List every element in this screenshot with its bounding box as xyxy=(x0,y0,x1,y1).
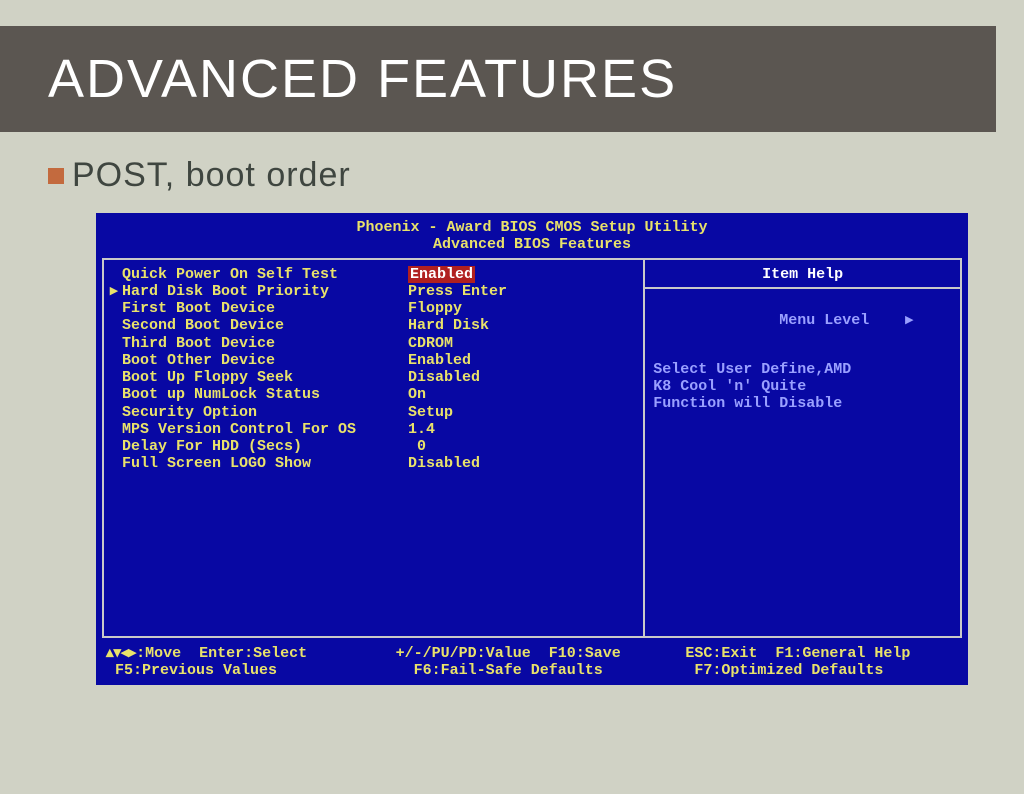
slide-title-bar: ADVANCED FEATURES xyxy=(0,26,996,132)
pointer-icon: ▸ xyxy=(110,283,118,300)
bios-setting-label: First Boot Device xyxy=(108,300,408,317)
bios-setting-value[interactable]: Enabled xyxy=(408,352,471,369)
slide: ADVANCED FEATURES POST, boot order Phoen… xyxy=(0,26,1024,794)
bios-setting-row[interactable]: First Boot DeviceFloppy xyxy=(108,300,639,317)
bios-main-box: Quick Power On Self TestEnabled▸Hard Dis… xyxy=(102,258,962,638)
bios-setting-label: Boot Other Device xyxy=(108,352,408,369)
bios-setting-label: Full Screen LOGO Show xyxy=(108,455,408,472)
menu-level-label: Menu Level xyxy=(779,312,869,329)
bios-setting-label: Boot Up Floppy Seek xyxy=(108,369,408,386)
bios-setting-value[interactable]: Hard Disk xyxy=(408,317,489,334)
bios-setting-value[interactable]: 1.4 xyxy=(408,421,435,438)
chevron-right-icon: ▸ xyxy=(905,312,913,329)
bios-setting-row[interactable]: ▸Hard Disk Boot PriorityPress Enter xyxy=(108,283,639,300)
bios-header-line1: Phoenix - Award BIOS CMOS Setup Utility xyxy=(96,219,968,236)
footer-previous: F5:Previous Values xyxy=(106,662,396,679)
footer-failsafe: F6:Fail-Safe Defaults xyxy=(396,662,686,679)
bios-footer: ▴▾◂▸:Move Enter:Select +/-/PU/PD:Value F… xyxy=(96,642,968,680)
bios-setting-label: Delay For HDD (Secs) xyxy=(108,438,408,455)
bios-setting-label: ▸Hard Disk Boot Priority xyxy=(108,283,408,300)
bios-setting-value[interactable]: 0 xyxy=(408,438,426,455)
bios-screen: Phoenix - Award BIOS CMOS Setup Utility … xyxy=(96,213,968,685)
bios-setting-value[interactable]: Disabled xyxy=(408,455,480,472)
footer-optimized: F7:Optimized Defaults xyxy=(685,662,958,679)
help-menu-level: Menu Level ▸ xyxy=(653,295,952,347)
bios-setting-label: Boot up NumLock Status xyxy=(108,386,408,403)
bios-setting-row[interactable]: Third Boot DeviceCDROM xyxy=(108,335,639,352)
slide-title: ADVANCED FEATURES xyxy=(48,48,996,110)
bios-settings-panel[interactable]: Quick Power On Self TestEnabled▸Hard Dis… xyxy=(104,260,643,636)
bullet-icon xyxy=(48,168,64,184)
footer-exit-help: ESC:Exit F1:General Help xyxy=(685,645,958,662)
footer-value-save: +/-/PU/PD:Value F10:Save xyxy=(396,645,686,662)
bios-setting-value[interactable]: Press Enter xyxy=(408,283,507,300)
bios-setting-row[interactable]: Second Boot DeviceHard Disk xyxy=(108,317,639,334)
bios-setting-value[interactable]: Enabled xyxy=(408,266,475,283)
bios-setting-label: Quick Power On Self Test xyxy=(108,266,408,283)
bullet-row: POST, boot order xyxy=(48,156,976,195)
bios-setting-value[interactable]: CDROM xyxy=(408,335,453,352)
bios-setting-row[interactable]: Boot Up Floppy SeekDisabled xyxy=(108,369,639,386)
bios-help-panel: Item Help Menu Level ▸ Select User Defin… xyxy=(643,260,960,636)
help-body-text: Select User Define,AMD K8 Cool 'n' Quite… xyxy=(653,361,952,413)
bios-setting-row[interactable]: Security OptionSetup xyxy=(108,404,639,421)
bios-setting-value[interactable]: Disabled xyxy=(408,369,480,386)
bios-setting-row[interactable]: Boot up NumLock StatusOn xyxy=(108,386,639,403)
slide-content: POST, boot order Phoenix - Award BIOS CM… xyxy=(0,132,1024,685)
bios-setting-label: MPS Version Control For OS xyxy=(108,421,408,438)
footer-move-select: ▴▾◂▸:Move Enter:Select xyxy=(106,645,396,662)
bios-setting-row[interactable]: MPS Version Control For OS1.4 xyxy=(108,421,639,438)
bios-setting-row[interactable]: Boot Other DeviceEnabled xyxy=(108,352,639,369)
bios-screenshot: Phoenix - Award BIOS CMOS Setup Utility … xyxy=(96,213,968,685)
help-divider xyxy=(645,287,960,289)
bios-setting-value[interactable]: On xyxy=(408,386,426,403)
bios-header-line2: Advanced BIOS Features xyxy=(96,236,968,253)
bullet-text: POST, boot order xyxy=(72,156,351,195)
bios-setting-value[interactable]: Floppy xyxy=(408,300,462,317)
bios-setting-row[interactable]: Delay For HDD (Secs) 0 xyxy=(108,438,639,455)
bios-setting-value[interactable]: Setup xyxy=(408,404,453,421)
bios-setting-label: Third Boot Device xyxy=(108,335,408,352)
bios-setting-row[interactable]: Quick Power On Self TestEnabled xyxy=(108,266,639,283)
help-title: Item Help xyxy=(653,266,952,287)
bios-setting-row[interactable]: Full Screen LOGO ShowDisabled xyxy=(108,455,639,472)
bios-setting-label: Second Boot Device xyxy=(108,317,408,334)
bios-setting-label: Security Option xyxy=(108,404,408,421)
